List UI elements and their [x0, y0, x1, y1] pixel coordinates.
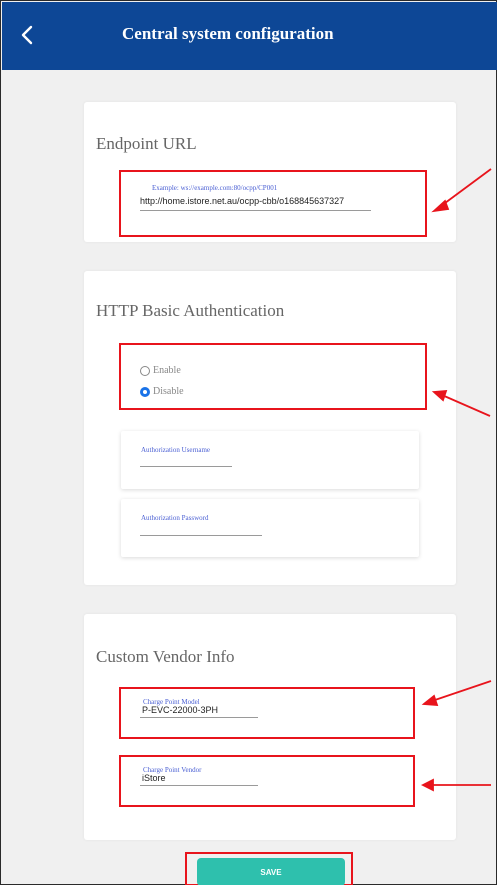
header-bar: Central system configuration — [2, 2, 497, 70]
password-label: Authorization Password — [141, 514, 209, 522]
chevron-left-icon — [21, 25, 33, 45]
page-title: Central system configuration — [122, 24, 334, 43]
auth-card: HTTP Basic Authentication Enable Disable… — [84, 271, 456, 585]
highlight-box-model — [119, 687, 415, 739]
endpoint-title: Endpoint URL — [96, 134, 197, 153]
username-label: Authorization Username — [141, 446, 211, 454]
password-card: Authorization Password — [121, 499, 419, 557]
save-button[interactable]: SAVE — [197, 858, 345, 885]
auth-title: HTTP Basic Authentication — [96, 301, 285, 320]
screen-frame: Central system configuration Endpoint UR… — [0, 0, 497, 885]
password-input[interactable] — [140, 535, 262, 536]
highlight-box-auth — [119, 343, 427, 410]
vendor-title: Custom Vendor Info — [96, 647, 235, 666]
highlight-box-vendor — [119, 755, 415, 807]
username-card: Authorization Username — [121, 431, 419, 489]
highlight-box-endpoint — [119, 170, 427, 237]
back-button[interactable] — [16, 22, 38, 48]
username-input[interactable] — [140, 466, 232, 467]
